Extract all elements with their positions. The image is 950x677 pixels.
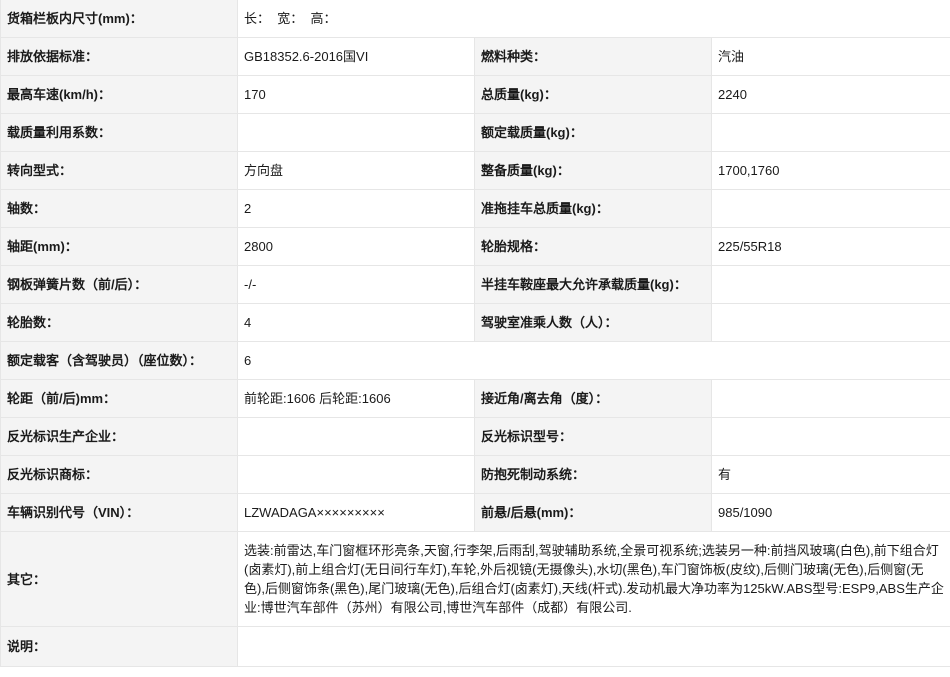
table-row: 轴数： 2 准拖挂车总质量(kg)： — [0, 189, 950, 228]
table-row: 额定载客（含驾驶员）（座位数）： 6 — [0, 341, 950, 380]
curb-weight-value: 1700,1760 — [710, 151, 950, 190]
other-value: 选装:前雷达,车门窗框环形亮条,天窗,行李架,后雨刮,驾驶辅助系统,全景可视系统… — [236, 531, 950, 627]
table-row: 说明： — [0, 626, 950, 667]
vin-value: LZWADAGA××××××××× — [237, 493, 475, 532]
total-mass-label: 总质量(kg)： — [474, 75, 712, 114]
rated-load-value — [710, 113, 950, 152]
notes-label: 说明： — [0, 626, 238, 667]
towed-trailer-mass-value — [710, 189, 950, 228]
wheelbase-value: 2800 — [237, 227, 475, 266]
load-utilization-value — [237, 113, 475, 152]
table-row: 车辆识别代号（VIN）： LZWADAGA××××××××× 前悬/后悬(mm)… — [0, 493, 950, 532]
abs-system-label: 防抱死制动系统： — [474, 455, 712, 494]
saddle-max-load-value — [710, 265, 950, 304]
emission-standard-value: GB18352.6-2016国VI — [237, 37, 475, 76]
table-row: 其它： 选装:前雷达,车门窗框环形亮条,天窗,行李架,后雨刮,驾驶辅助系统,全景… — [0, 531, 950, 627]
reflector-model-value — [710, 417, 950, 456]
table-row: 轴距(mm)： 2800 轮胎规格： 225/55R18 — [0, 227, 950, 266]
reflector-brand-value — [237, 455, 475, 494]
cargo-box-dimensions-label: 货箱栏板内尺寸(mm)： — [0, 0, 238, 38]
table-row: 载质量利用系数： 额定载质量(kg)： — [0, 113, 950, 152]
reflector-manufacturer-value — [237, 417, 475, 456]
axle-count-value: 2 — [237, 189, 475, 228]
notes-value — [236, 626, 950, 667]
cab-capacity-label: 驾驶室准乘人数（人）： — [474, 303, 712, 342]
tire-count-value: 4 — [237, 303, 475, 342]
tire-count-label: 轮胎数： — [0, 303, 238, 342]
fuel-type-value: 汽油 — [710, 37, 950, 76]
cargo-box-dimensions-value: 长： 宽： 高： — [236, 0, 950, 38]
table-row: 反光标识商标： 防抱死制动系统： 有 — [0, 455, 950, 494]
table-row: 轮胎数： 4 驾驶室准乘人数（人）： — [0, 303, 950, 342]
fuel-type-label: 燃料种类： — [474, 37, 712, 76]
abs-system-value: 有 — [710, 455, 950, 494]
towed-trailer-mass-label: 准拖挂车总质量(kg)： — [474, 189, 712, 228]
max-speed-value: 170 — [237, 75, 475, 114]
track-width-label: 轮距（前/后)mm： — [0, 379, 238, 418]
table-row: 最高车速(km/h)： 170 总质量(kg)： 2240 — [0, 75, 950, 114]
rated-passengers-value: 6 — [236, 341, 950, 380]
saddle-max-load-label: 半挂车鞍座最大允许承载质量(kg)： — [474, 265, 712, 304]
reflector-manufacturer-label: 反光标识生产企业： — [0, 417, 238, 456]
table-row: 钢板弹簧片数（前/后）： -/- 半挂车鞍座最大允许承载质量(kg)： — [0, 265, 950, 304]
table-row: 反光标识生产企业： 反光标识型号： — [0, 417, 950, 456]
wheelbase-label: 轴距(mm)： — [0, 227, 238, 266]
other-label: 其它： — [0, 531, 238, 627]
max-speed-label: 最高车速(km/h)： — [0, 75, 238, 114]
total-mass-value: 2240 — [710, 75, 950, 114]
load-utilization-label: 载质量利用系数： — [0, 113, 238, 152]
rated-load-label: 额定载质量(kg)： — [474, 113, 712, 152]
axle-count-label: 轴数： — [0, 189, 238, 228]
curb-weight-label: 整备质量(kg)： — [474, 151, 712, 190]
vin-label: 车辆识别代号（VIN）： — [0, 493, 238, 532]
overhang-label: 前悬/后悬(mm)： — [474, 493, 712, 532]
cab-capacity-value — [710, 303, 950, 342]
overhang-value: 985/1090 — [710, 493, 950, 532]
steering-type-value: 方向盘 — [237, 151, 475, 190]
steering-type-label: 转向型式： — [0, 151, 238, 190]
table-row: 转向型式： 方向盘 整备质量(kg)： 1700,1760 — [0, 151, 950, 190]
tire-spec-value: 225/55R18 — [710, 227, 950, 266]
emission-standard-label: 排放依据标准： — [0, 37, 238, 76]
rated-passengers-label: 额定载客（含驾驶员）（座位数）： — [0, 341, 238, 380]
vehicle-spec-table: 货箱栏板内尺寸(mm)： 长： 宽： 高： 排放依据标准： GB18352.6-… — [0, 0, 950, 667]
approach-departure-angle-label: 接近角/离去角（度）： — [474, 379, 712, 418]
reflector-brand-label: 反光标识商标： — [0, 455, 238, 494]
table-row: 排放依据标准： GB18352.6-2016国VI 燃料种类： 汽油 — [0, 37, 950, 76]
approach-departure-angle-value — [710, 379, 950, 418]
track-width-value: 前轮距:1606 后轮距:1606 — [237, 379, 475, 418]
leaf-spring-count-value: -/- — [237, 265, 475, 304]
table-row: 轮距（前/后)mm： 前轮距:1606 后轮距:1606 接近角/离去角（度）： — [0, 379, 950, 418]
leaf-spring-count-label: 钢板弹簧片数（前/后）： — [0, 265, 238, 304]
reflector-model-label: 反光标识型号： — [474, 417, 712, 456]
table-row: 货箱栏板内尺寸(mm)： 长： 宽： 高： — [0, 0, 950, 38]
tire-spec-label: 轮胎规格： — [474, 227, 712, 266]
